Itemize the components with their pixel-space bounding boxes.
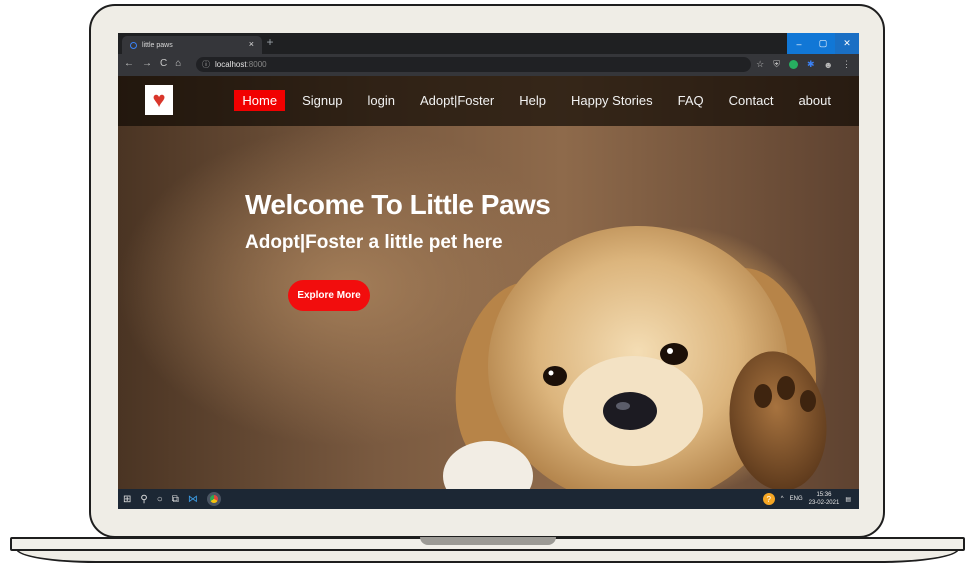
language-indicator[interactable]: ENG — [790, 496, 803, 502]
info-icon[interactable]: ⓘ — [202, 59, 210, 70]
hero-subtitle: Adopt|Foster a little pet here — [245, 232, 503, 253]
screen: little paws × + – ▢ ✕ ← → C ⌂ ⓘ localhos… — [118, 33, 859, 509]
clock[interactable]: 15:36 23-02-2021 — [809, 491, 840, 507]
cortana-icon[interactable]: ○ — [157, 494, 163, 505]
home-icon[interactable]: ⌂ — [175, 58, 181, 69]
vscode-icon[interactable]: ⋈ — [188, 494, 198, 505]
url-port: :8000 — [246, 60, 267, 69]
profile-avatar-icon[interactable]: ☻ — [824, 60, 833, 70]
reload-icon[interactable]: C — [160, 58, 167, 69]
site-logo[interactable]: ♥ — [145, 85, 173, 115]
clock-date: 23-02-2021 — [808, 500, 840, 506]
nav-menu: Home Signup login Adopt|Foster Help Happ… — [225, 90, 839, 111]
minimize-button[interactable]: – — [787, 33, 811, 54]
site-navbar: ♥ Home Signup login Adopt|Foster Help Ha… — [118, 76, 859, 126]
nav-signup[interactable]: Signup — [294, 90, 350, 111]
search-icon[interactable]: ⚲ — [140, 494, 147, 505]
url-input[interactable]: ⓘ localhost:8000 — [196, 57, 751, 72]
chrome-icon[interactable] — [206, 492, 221, 506]
nav-about[interactable]: about — [790, 90, 839, 111]
chevron-up-icon[interactable]: ^ — [781, 496, 784, 502]
nav-help[interactable]: Help — [511, 90, 554, 111]
heart-paw-logo-icon: ♥ — [152, 87, 166, 112]
browser-tab-bar: little paws × + – ▢ ✕ — [118, 33, 859, 54]
clock-time: 15:36 — [816, 492, 832, 498]
hero-title: Welcome To Little Paws — [245, 189, 551, 220]
extension-icons: ☆ ⛨ ✱ ☻ ⋮ — [756, 59, 851, 70]
forward-arrow-icon[interactable]: → — [142, 58, 152, 69]
window-controls: – ▢ ✕ — [787, 33, 859, 54]
nav-login[interactable]: login — [360, 90, 403, 111]
back-arrow-icon[interactable]: ← — [124, 58, 134, 69]
extension-green-icon[interactable] — [788, 60, 798, 69]
star-bookmark-icon[interactable]: ☆ — [756, 59, 764, 70]
nav-adopt-foster[interactable]: Adopt|Foster — [412, 90, 502, 111]
nav-happy-stories[interactable]: Happy Stories — [563, 90, 661, 111]
url-host: localhost — [215, 60, 247, 69]
windows-taskbar: ⊞ ⚲ ○ ⧉ ⋈ ? ^ ENG 15:36 23-02-2021 ▤ — [118, 489, 859, 509]
nav-buttons: ← → C ⌂ — [124, 58, 181, 69]
maximize-button[interactable]: ▢ — [811, 33, 835, 54]
webpage: ♥ Home Signup login Adopt|Foster Help Ha… — [118, 76, 859, 489]
nav-home[interactable]: Home — [234, 90, 286, 111]
tab-close-icon[interactable]: × — [249, 39, 254, 49]
extension-shield-icon[interactable]: ⛨ — [773, 59, 780, 70]
new-tab-button[interactable]: + — [262, 35, 278, 49]
taskbar-left: ⊞ ⚲ ○ ⧉ ⋈ — [123, 492, 221, 506]
menu-dots-icon[interactable]: ⋮ — [842, 59, 851, 70]
system-tray: ? ^ ENG 15:36 23-02-2021 ▤ — [762, 491, 851, 507]
site-favicon-icon — [130, 41, 137, 49]
task-view-icon[interactable]: ⧉ — [172, 494, 179, 505]
close-window-button[interactable]: ✕ — [835, 33, 859, 54]
laptop-notch — [420, 537, 556, 545]
windows-start-icon[interactable]: ⊞ — [123, 494, 131, 505]
explore-more-button[interactable]: Explore More — [288, 280, 370, 311]
tab-title: little paws — [142, 41, 173, 49]
address-bar-row: ← → C ⌂ ⓘ localhost:8000 ☆ ⛨ ✱ ☻ ⋮ — [118, 54, 859, 76]
extension-puzzle-icon[interactable]: ✱ — [807, 59, 815, 70]
browser-tab[interactable]: little paws × — [122, 36, 262, 54]
laptop-base-bottom — [16, 549, 959, 563]
notification-icon[interactable]: ▤ — [845, 496, 851, 503]
nav-contact[interactable]: Contact — [721, 90, 782, 111]
help-icon[interactable]: ? — [762, 493, 775, 505]
puppy-hero-image — [443, 226, 827, 489]
nav-faq[interactable]: FAQ — [670, 90, 712, 111]
